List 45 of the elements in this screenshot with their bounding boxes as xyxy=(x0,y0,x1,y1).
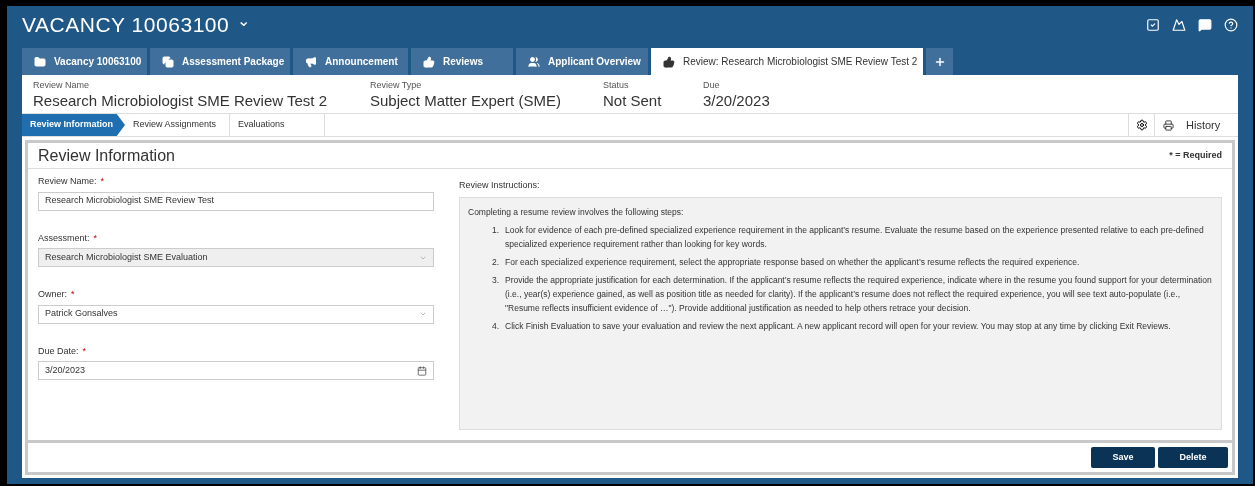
summary-label: Review Name xyxy=(33,80,91,91)
step-tab[interactable]: Review Assignments xyxy=(125,114,230,136)
delete-button[interactable]: Delete xyxy=(1158,447,1228,468)
required-mark: * xyxy=(100,175,105,188)
instructions-label: Review Instructions: xyxy=(459,179,541,192)
save-button[interactable]: Save xyxy=(1091,447,1155,468)
summary-value: 3/20/2023 xyxy=(703,91,771,110)
step-number: 3. xyxy=(492,273,501,287)
tab[interactable]: Reviews xyxy=(411,48,513,75)
section-title: Review Information xyxy=(38,145,175,166)
caret-icon[interactable]: ⌄ xyxy=(237,9,251,33)
field-label: Owner: xyxy=(38,288,67,301)
summary-value: Research Microbiologist SME Review Test 2 xyxy=(33,91,328,110)
step-tab[interactable]: Evaluations xyxy=(230,114,325,136)
summary-label: Due xyxy=(703,80,721,91)
tab[interactable]: Applicant Overview xyxy=(516,48,648,75)
instruction-step: Provide the appropriate justification for each determination. If the applicant’s resume reflects the required experience, indicate where in the resume you found support for your determination (i.e., year(s) experience gained, as well as position title as needed for clarity). If the applicant’s resume does not reflect the required experience, you will see text auto-populate (i.e., "Resume reflects insufficient evidence of …"). Provide additional justification as needed to help others retrace your decision. xyxy=(505,272,1213,315)
input-field[interactable]: Research Microbiologist SME Review Test xyxy=(38,191,434,211)
select-field[interactable]: Patrick Gonsalves xyxy=(38,304,434,324)
summary-label: Review Type xyxy=(370,80,423,91)
required-mark: * xyxy=(93,231,98,245)
tab[interactable]: Announcement xyxy=(293,48,408,75)
required-mark: * xyxy=(71,288,75,301)
field-label: Review Name: xyxy=(38,175,97,188)
step-number: 4. xyxy=(492,319,501,333)
page-title: VACANCY 10063100 xyxy=(22,12,230,39)
summary-value: Subject Matter Expert (SME) xyxy=(370,91,562,110)
date-field[interactable]: 3/20/2023 xyxy=(38,361,434,380)
step-number: 1. xyxy=(492,223,501,237)
instruction-step: Click Finish Evaluation to save your evaluation and review the next applicant. A new applicant record will open for your review. You may stop at any time by clicking Exit Reviews. xyxy=(505,318,1171,333)
required-mark: * xyxy=(82,344,87,358)
required-note: * = Required xyxy=(1169,148,1222,162)
tab[interactable]: Review: Research Microbiologist SME Review Test 2 xyxy=(651,48,923,75)
tab[interactable]: Vacancy 10063100 xyxy=(22,48,147,75)
summary-label: Status xyxy=(603,80,630,91)
instruction-step: Look for evidence of each pre-defined specialized experience requirement in the applicant’s resume. Evaluate the resume based on the experience presented relative to each pre-defined specialized experience requirement rather than looking for key words. xyxy=(505,222,1213,251)
step-tab[interactable]: Review Information xyxy=(22,114,125,136)
history-button[interactable]: History xyxy=(1154,114,1238,136)
instruction-step: For each specialized experience requirement, select the appropriate response based on whether the applicant’s resume reflects the required experience. xyxy=(505,254,1080,269)
tab[interactable]: Assessment Package xyxy=(150,48,290,75)
field-label: Assessment: xyxy=(38,231,90,245)
field-label: Due Date: xyxy=(38,344,79,358)
instructions-intro: Completing a resume review involves the following steps: xyxy=(468,205,685,219)
summary-value: Not Sent xyxy=(603,91,663,110)
step-number: 2. xyxy=(492,255,501,269)
